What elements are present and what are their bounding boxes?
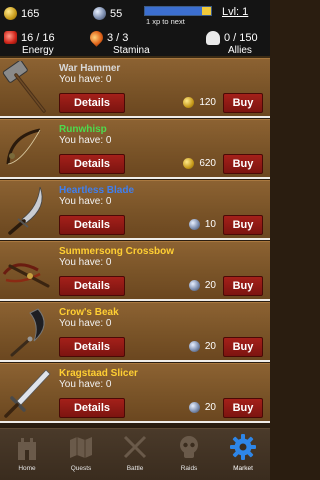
nav-label: Market [233, 465, 253, 472]
gem-value: 55 [110, 7, 123, 20]
nav-item-quests[interactable]: Quests [54, 429, 108, 480]
item-name: Crow's Beak [59, 307, 119, 318]
sword-icon [4, 369, 51, 418]
energy-icon [4, 31, 17, 44]
allies-icon [206, 31, 220, 45]
market-item: Summersong Crossbow You have: 0 Details … [0, 241, 270, 301]
item-name: Runwhisp [59, 124, 107, 135]
crossbow-icon [2, 263, 50, 288]
crossed-swords-icon [123, 435, 147, 459]
energy-label: Energy [22, 45, 54, 56]
market-item-list[interactable]: War Hammer You have: 0 Details 120 Buy R… [0, 58, 270, 428]
nav-label: Battle [126, 465, 144, 472]
price-value: 620 [199, 158, 216, 169]
allies-counter: 0 / 150 [206, 31, 258, 45]
map-icon [70, 437, 92, 458]
gem-counter: 55 [93, 7, 122, 20]
bottom-navigation: Home Quests Battle Raids Market [0, 428, 270, 480]
hud-labels: Energy Stamina Allies [0, 45, 270, 58]
gold-value: 165 [21, 7, 40, 20]
gold-coin-icon [183, 158, 195, 169]
item-owned-count: You have: 0 [59, 379, 112, 390]
xp-to-next-text: 1 xp to next [146, 17, 185, 26]
allies-value: 0 / 150 [224, 32, 258, 44]
price-value: 20 [204, 402, 216, 413]
item-name: Summersong Crossbow [59, 246, 175, 257]
buy-button[interactable]: Buy [223, 276, 263, 296]
xp-progress-fill [145, 7, 203, 15]
buy-button[interactable]: Buy [223, 93, 263, 113]
price-value: 20 [204, 341, 216, 352]
item-price: 120 [183, 97, 216, 108]
market-item: Crow's Beak You have: 0 Details 20 Buy [0, 302, 270, 362]
price-value: 120 [199, 97, 216, 108]
stamina-label: Stamina [113, 45, 150, 56]
war-hammer-icon [2, 61, 46, 113]
item-name: Kragstaad Slicer [59, 368, 138, 379]
item-owned-count: You have: 0 [59, 135, 112, 146]
details-button[interactable]: Details [59, 276, 125, 296]
level-link[interactable]: Lvl: 1 [222, 6, 248, 18]
price-value: 20 [204, 280, 216, 291]
nav-item-market[interactable]: Market [216, 429, 270, 480]
item-owned-count: You have: 0 [59, 196, 112, 207]
castle-icon [18, 438, 36, 460]
details-button[interactable]: Details [59, 215, 125, 235]
nav-item-home[interactable]: Home [0, 429, 54, 480]
details-button[interactable]: Details [59, 398, 125, 418]
xp-progress-bar [144, 6, 212, 16]
gem-icon [93, 7, 106, 20]
gold-coin-icon [183, 97, 195, 108]
details-button[interactable]: Details [59, 93, 125, 113]
market-item: Kragstaad Slicer You have: 0 Details 20 … [0, 363, 270, 423]
curved-blade-icon [8, 186, 43, 235]
sickle-icon [10, 308, 45, 357]
item-owned-count: You have: 0 [59, 257, 112, 268]
gem-icon [188, 402, 200, 413]
item-owned-count: You have: 0 [59, 74, 112, 85]
stamina-counter: 3 / 3 [87, 28, 129, 47]
gold-coin-icon [4, 7, 17, 20]
item-price: 620 [183, 158, 216, 169]
gold-counter: 165 [4, 7, 39, 20]
skull-icon [180, 436, 198, 458]
nav-item-raids[interactable]: Raids [162, 429, 216, 480]
gear-icon [230, 434, 256, 460]
gem-icon [188, 280, 200, 291]
item-price: 20 [188, 341, 216, 352]
energy-counter: 16 / 16 [4, 31, 55, 44]
stamina-icon [87, 28, 106, 47]
gem-icon [188, 341, 200, 352]
nav-label: Quests [70, 465, 92, 472]
item-price: 20 [188, 280, 216, 291]
buy-button[interactable]: Buy [223, 337, 263, 357]
details-button[interactable]: Details [59, 154, 125, 174]
details-button[interactable]: Details [59, 337, 125, 357]
buy-button[interactable]: Buy [223, 398, 263, 418]
xp-progress-tip [202, 7, 211, 15]
item-name: Heartless Blade [59, 185, 135, 196]
nav-label: Home [18, 465, 36, 472]
buy-button[interactable]: Buy [223, 154, 263, 174]
item-price: 10 [188, 219, 216, 230]
market-item: Heartless Blade You have: 0 Details 10 B… [0, 180, 270, 240]
price-value: 10 [204, 219, 216, 230]
buy-button[interactable]: Buy [223, 215, 263, 235]
item-owned-count: You have: 0 [59, 318, 112, 329]
nav-item-battle[interactable]: Battle [108, 429, 162, 480]
nav-label: Raids [180, 465, 198, 472]
bow-icon [6, 128, 41, 165]
stamina-value: 3 / 3 [107, 31, 129, 44]
top-status-bar: 165 55 1 xp to next Lvl: 1 16 / 16 3 / 3… [0, 0, 270, 58]
item-name: War Hammer [59, 63, 121, 74]
market-item: War Hammer You have: 0 Details 120 Buy [0, 58, 270, 118]
gem-icon [188, 219, 200, 230]
allies-label: Allies [228, 45, 252, 56]
energy-value: 16 / 16 [21, 31, 55, 44]
market-item: Runwhisp You have: 0 Details 620 Buy [0, 119, 270, 179]
item-price: 20 [188, 402, 216, 413]
